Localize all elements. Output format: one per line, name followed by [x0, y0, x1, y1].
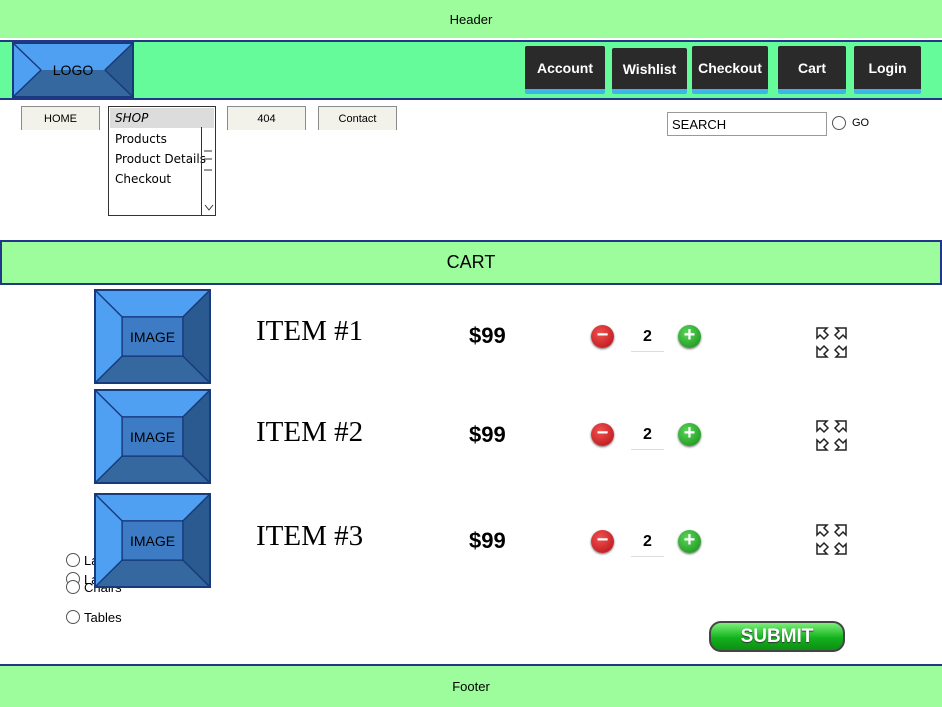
- increase-qty-button[interactable]: +: [678, 423, 701, 446]
- minus-icon: −: [596, 529, 609, 551]
- decrease-qty-button[interactable]: −: [591, 325, 614, 348]
- filter-label-tables: Tables: [84, 610, 122, 625]
- checkout-button[interactable]: Checkout: [692, 46, 768, 94]
- account-button[interactable]: Account: [525, 46, 605, 94]
- item-image: IMAGE: [94, 289, 211, 384]
- item-price: $99: [469, 323, 506, 348]
- search-input[interactable]: [667, 112, 827, 136]
- plus-icon: +: [683, 422, 696, 444]
- item-image: IMAGE: [94, 493, 211, 588]
- item-image: IMAGE: [94, 389, 211, 484]
- logo-text: LOGO: [52, 62, 94, 78]
- filter-radio[interactable]: [66, 553, 80, 567]
- tab-contact[interactable]: Contact: [318, 106, 397, 130]
- dropdown-scrollbar[interactable]: [201, 127, 215, 215]
- move-icon[interactable]: [815, 419, 848, 452]
- cart-button[interactable]: Cart: [778, 46, 846, 94]
- tab-404[interactable]: 404: [227, 106, 306, 130]
- go-radio[interactable]: [832, 116, 846, 130]
- item-price: $99: [469, 528, 506, 553]
- decrease-qty-button[interactable]: −: [591, 530, 614, 553]
- item-qty[interactable]: 2: [631, 422, 664, 450]
- move-icon[interactable]: [815, 523, 848, 556]
- filter-radio-chairs[interactable]: [66, 580, 80, 594]
- minus-icon: −: [596, 422, 609, 444]
- item-name: ITEM #2: [256, 416, 364, 448]
- go-label: GO: [852, 117, 870, 129]
- tab-home[interactable]: HOME: [21, 106, 100, 130]
- footer-label: Footer: [452, 679, 490, 694]
- item-qty[interactable]: 2: [631, 324, 664, 352]
- move-icon[interactable]: [815, 326, 848, 359]
- cart-title: CART: [446, 252, 496, 272]
- minus-icon: −: [596, 324, 609, 346]
- cart-title-bar: CART: [0, 240, 942, 285]
- item-image-label: IMAGE: [129, 532, 176, 549]
- item-image-label: IMAGE: [129, 428, 176, 445]
- dropdown-selected-shop[interactable]: SHOP: [110, 108, 214, 128]
- submit-button[interactable]: SUBMIT: [709, 621, 845, 652]
- filter-radio-tables[interactable]: [66, 610, 80, 624]
- dropdown-item-checkout[interactable]: Checkout: [115, 172, 171, 186]
- plus-icon: +: [683, 529, 696, 551]
- item-price: $99: [469, 422, 506, 447]
- shop-dropdown[interactable]: SHOP Products Product Details Checkout: [108, 106, 216, 216]
- item-name: ITEM #3: [256, 520, 364, 552]
- page-header: Header: [0, 0, 942, 38]
- item-image-label: IMAGE: [129, 328, 176, 345]
- decrease-qty-button[interactable]: −: [591, 423, 614, 446]
- increase-qty-button[interactable]: +: [678, 530, 701, 553]
- header-label: Header: [449, 11, 493, 27]
- plus-icon: +: [683, 324, 696, 346]
- increase-qty-button[interactable]: +: [678, 325, 701, 348]
- logo[interactable]: LOGO: [12, 42, 134, 98]
- login-button[interactable]: Login: [854, 46, 921, 94]
- dropdown-item-product-details[interactable]: Product Details: [115, 152, 206, 166]
- page-footer: Footer: [0, 664, 942, 707]
- item-name: ITEM #1: [256, 315, 364, 347]
- wishlist-button[interactable]: Wishlist: [612, 48, 687, 94]
- dropdown-item-products[interactable]: Products: [115, 132, 167, 146]
- item-qty[interactable]: 2: [631, 529, 664, 557]
